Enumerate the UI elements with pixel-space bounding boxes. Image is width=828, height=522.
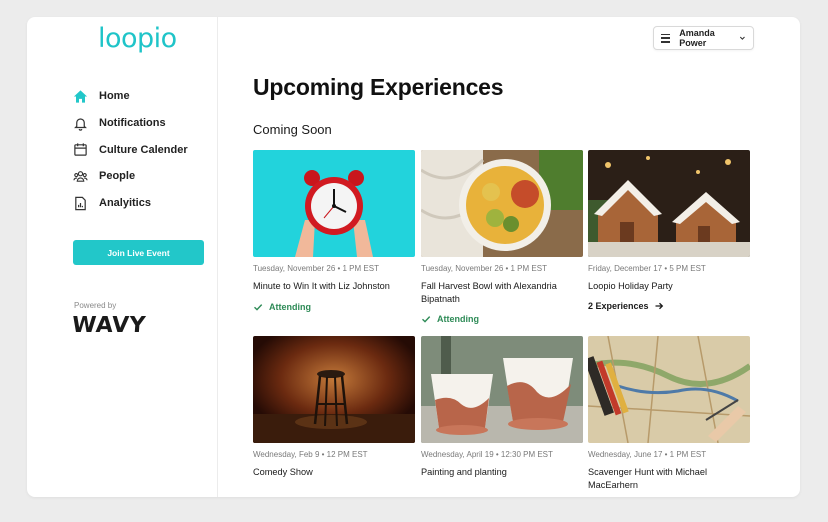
sidebar-item-label: People — [99, 170, 136, 183]
experience-card[interactable]: Friday, December 17 • 5 PM EST Loopio Ho… — [588, 150, 750, 311]
check-icon — [422, 316, 431, 323]
sidebar-nav: Home Notifications Culture Calender Peop… — [72, 83, 188, 216]
user-name: Amanda Power — [679, 28, 715, 48]
sidebar-item-analytics[interactable]: Analyitics — [72, 190, 188, 217]
user-menu-button[interactable]: Amanda Power — [653, 26, 754, 50]
card-title[interactable]: Loopio Holiday Party — [588, 280, 750, 293]
experience-card[interactable]: Wednesday, April 19 • 12:30 PM EST Paint… — [421, 336, 583, 479]
alarm-clock-image — [253, 150, 415, 257]
status-label: Attending — [269, 301, 311, 312]
painted-pots-image — [421, 336, 583, 443]
sidebar-item-label: Home — [99, 90, 130, 103]
wavy-logo: WAVY — [71, 313, 147, 338]
check-icon — [254, 303, 263, 311]
experiences-link[interactable]: 2 Experiences — [588, 301, 750, 311]
powered-by-label: Powered by — [74, 301, 117, 310]
card-title[interactable]: Scavenger Hunt with Michael MacEarhern — [588, 466, 750, 491]
app-window: loopio Home Notifications Culture Calend… — [27, 17, 800, 497]
bell-icon — [72, 115, 88, 131]
card-title[interactable]: Comedy Show — [253, 466, 415, 479]
section-title: Coming Soon — [253, 122, 332, 137]
status-label: Attending — [437, 314, 479, 324]
sidebar-item-culture-calender[interactable]: Culture Calender — [72, 136, 188, 163]
comedy-stage-image — [253, 336, 415, 443]
card-title[interactable]: Painting and planting — [421, 466, 583, 479]
attending-status: Attending — [253, 302, 415, 312]
card-date: Wednesday, June 17 • 1 PM EST — [588, 450, 707, 459]
hamburger-icon — [661, 33, 671, 43]
attending-status: Attending — [421, 314, 583, 324]
people-icon — [72, 168, 88, 184]
sidebar-item-people[interactable]: People — [72, 163, 188, 190]
sidebar-item-label: Culture Calender — [99, 143, 188, 156]
chevron-down-icon — [740, 36, 746, 40]
card-date: Wednesday, Feb 9 • 12 PM EST — [253, 450, 368, 459]
card-date: Tuesday, November 26 • 1 PM EST — [421, 264, 547, 273]
sidebar: loopio Home Notifications Culture Calend… — [27, 17, 218, 497]
loopio-logo[interactable]: loopio — [98, 23, 177, 55]
card-title[interactable]: Fall Harvest Bowl with Alexandria Bipatn… — [421, 280, 583, 305]
card-title[interactable]: Minute to Win It with Liz Johnston — [253, 280, 415, 293]
home-icon — [72, 88, 88, 104]
calendar-icon — [72, 142, 88, 158]
experience-card[interactable]: Wednesday, Feb 9 • 12 PM EST Comedy Show — [253, 336, 415, 479]
analytics-icon — [72, 195, 88, 211]
sidebar-item-notifications[interactable]: Notifications — [72, 110, 188, 137]
join-live-event-button[interactable]: Join Live Event — [73, 240, 204, 265]
page-title: Upcoming Experiences — [253, 74, 504, 100]
card-date: Tuesday, November 26 • 1 PM EST — [253, 264, 379, 273]
experiences-link-label: 2 Experiences — [588, 300, 649, 311]
sidebar-item-label: Analyitics — [99, 197, 151, 210]
gingerbread-house-image — [588, 150, 750, 257]
sidebar-item-label: Notifications — [99, 117, 166, 130]
experience-card[interactable]: Tuesday, November 26 • 1 PM EST Fall Har… — [421, 150, 583, 324]
experience-card[interactable]: Wednesday, June 17 • 1 PM EST Scavenger … — [588, 336, 750, 491]
harvest-bowl-image — [421, 150, 583, 257]
sidebar-item-home[interactable]: Home — [72, 83, 188, 110]
card-date: Friday, December 17 • 5 PM EST — [588, 264, 706, 273]
scavenger-map-image — [588, 336, 750, 443]
experience-card[interactable]: Tuesday, November 26 • 1 PM EST Minute t… — [253, 150, 415, 312]
card-date: Wednesday, April 19 • 12:30 PM EST — [421, 450, 553, 459]
arrow-right-icon — [655, 302, 663, 309]
